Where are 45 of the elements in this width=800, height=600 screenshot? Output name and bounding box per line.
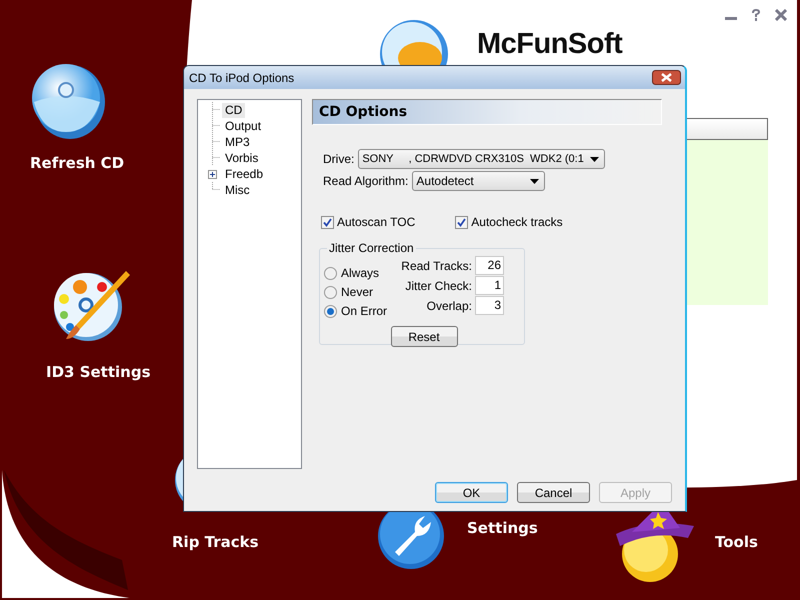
radio-button[interactable] <box>324 304 337 318</box>
dialog-title: CD To iPod Options <box>189 70 294 84</box>
read-algorithm-dropdown[interactable]: Autodetect <box>412 171 546 191</box>
checkbox-label: Autocheck tracks <box>471 215 563 229</box>
ok-button[interactable]: OK <box>435 482 508 503</box>
field-label: Overlap: <box>426 298 472 312</box>
number-field[interactable]: 1 <box>475 276 504 295</box>
tree-line <box>212 182 220 190</box>
checkbox[interactable] <box>321 216 334 228</box>
radio-button[interactable] <box>324 266 337 280</box>
tree-item[interactable]: Vorbis <box>222 150 262 166</box>
group-title: Jitter Correction <box>328 241 415 255</box>
drive-dropdown[interactable]: SONY , CDRWDVD CRX310S WDK2 (0:1 <box>358 149 605 169</box>
help-icon[interactable] <box>751 9 761 21</box>
tree-item[interactable]: CD <box>222 102 246 118</box>
action-label[interactable]: Rip Tracks <box>172 533 259 551</box>
tree-item[interactable]: Output <box>222 118 264 134</box>
read-algorithm-label: Read Algorithm: <box>323 174 408 188</box>
cancel-button[interactable]: Cancel <box>517 482 590 503</box>
number-field[interactable]: 26 <box>475 256 504 275</box>
radio-button[interactable] <box>324 286 337 298</box>
radio-label: Always <box>341 266 380 280</box>
action-label[interactable]: Settings <box>467 519 538 537</box>
caret-icon <box>590 156 599 162</box>
checkbox[interactable] <box>455 216 468 228</box>
number-field[interactable]: 3 <box>475 296 504 315</box>
action-label[interactable]: Tools <box>715 533 758 551</box>
tree-item[interactable]: Misc <box>222 182 253 198</box>
caret-icon <box>530 178 540 184</box>
tree-item[interactable]: MP3 <box>222 134 253 150</box>
checkbox-label: Autoscan TOC <box>337 215 416 229</box>
action-label[interactable]: ID3 Settings <box>46 363 150 381</box>
drive-label: Drive: <box>323 152 354 166</box>
close-icon[interactable] <box>775 9 787 21</box>
radio-label: Never <box>341 285 374 299</box>
action-label[interactable]: Refresh CD <box>30 154 124 172</box>
section-header: CD Options <box>312 99 662 125</box>
expand-icon[interactable] <box>208 170 217 178</box>
radio-label: On Error <box>341 304 388 318</box>
field-label: Read Tracks: <box>401 258 472 272</box>
reset-button[interactable]: Reset <box>390 326 458 347</box>
tree-item[interactable]: Freedb <box>222 166 266 182</box>
app-title: McFunSoft <box>477 28 622 61</box>
close-button[interactable] <box>652 70 681 85</box>
field-label: Jitter Check: <box>405 278 472 292</box>
